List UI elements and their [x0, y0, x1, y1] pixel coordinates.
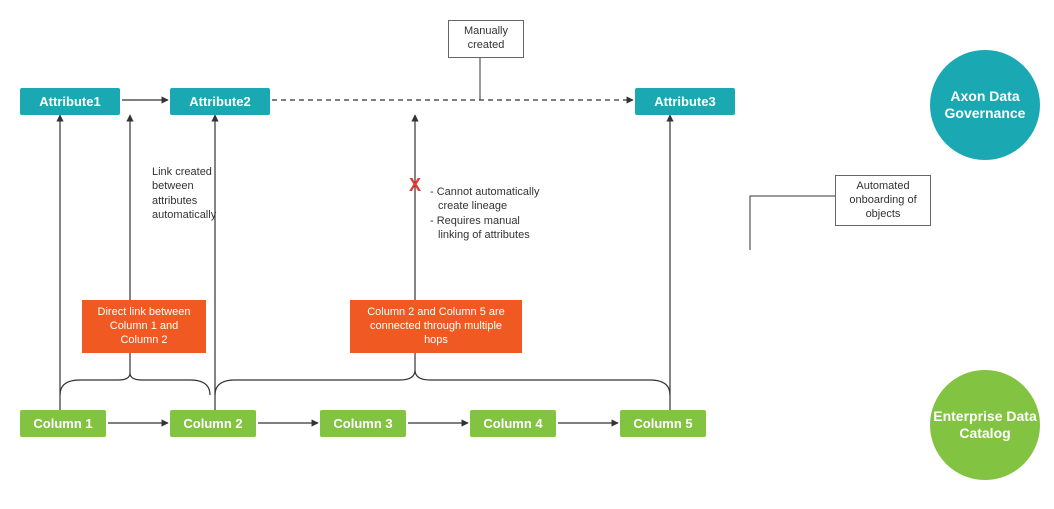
cannot-auto-note: - Cannot automatically create lineage - … — [430, 185, 560, 242]
column-2-box: Column 2 — [170, 410, 256, 437]
column-1-box: Column 1 — [20, 410, 106, 437]
link-auto-note: Link created between attributes automati… — [152, 165, 237, 222]
cannot-auto-line3: - Requires manual — [430, 214, 560, 228]
attribute-2-box: Attribute2 — [170, 88, 270, 115]
axon-legend-text: Axon Data Governance — [930, 88, 1040, 123]
direct-link-text: Direct link between Column 1 and Column … — [98, 306, 191, 346]
column-2-label: Column 2 — [183, 416, 242, 431]
edc-legend-text: Enterprise Data Catalog — [930, 408, 1040, 443]
attribute-1-label: Attribute1 — [39, 94, 100, 109]
axon-legend-circle: Axon Data Governance — [930, 50, 1040, 160]
red-x-icon: X — [409, 175, 421, 196]
attribute-2-label: Attribute2 — [189, 94, 250, 109]
column-5-box: Column 5 — [620, 410, 706, 437]
cannot-auto-line4: linking of attributes — [430, 228, 560, 242]
automated-onboarding-note: Automated onboarding of objects — [835, 175, 931, 226]
manually-created-note: Manually created — [448, 20, 524, 58]
cannot-auto-line2: create lineage — [430, 199, 560, 213]
column-4-box: Column 4 — [470, 410, 556, 437]
column-3-box: Column 3 — [320, 410, 406, 437]
automated-onboarding-text: Automated onboarding of objects — [849, 180, 916, 220]
edc-legend-circle: Enterprise Data Catalog — [930, 370, 1040, 480]
link-auto-text: Link created between attributes automati… — [152, 166, 216, 221]
multi-hop-text: Column 2 and Column 5 are connected thro… — [367, 306, 505, 346]
column-4-label: Column 4 — [483, 416, 542, 431]
manually-created-text: Manually created — [464, 25, 508, 51]
attribute-3-label: Attribute3 — [654, 94, 715, 109]
cannot-auto-line1: - Cannot automatically — [430, 185, 560, 199]
attribute-1-box: Attribute1 — [20, 88, 120, 115]
column-5-label: Column 5 — [633, 416, 692, 431]
column-1-label: Column 1 — [33, 416, 92, 431]
direct-link-note: Direct link between Column 1 and Column … — [82, 300, 206, 353]
column-3-label: Column 3 — [333, 416, 392, 431]
attribute-3-box: Attribute3 — [635, 88, 735, 115]
multi-hop-note: Column 2 and Column 5 are connected thro… — [350, 300, 522, 353]
red-x-text: X — [409, 175, 421, 195]
